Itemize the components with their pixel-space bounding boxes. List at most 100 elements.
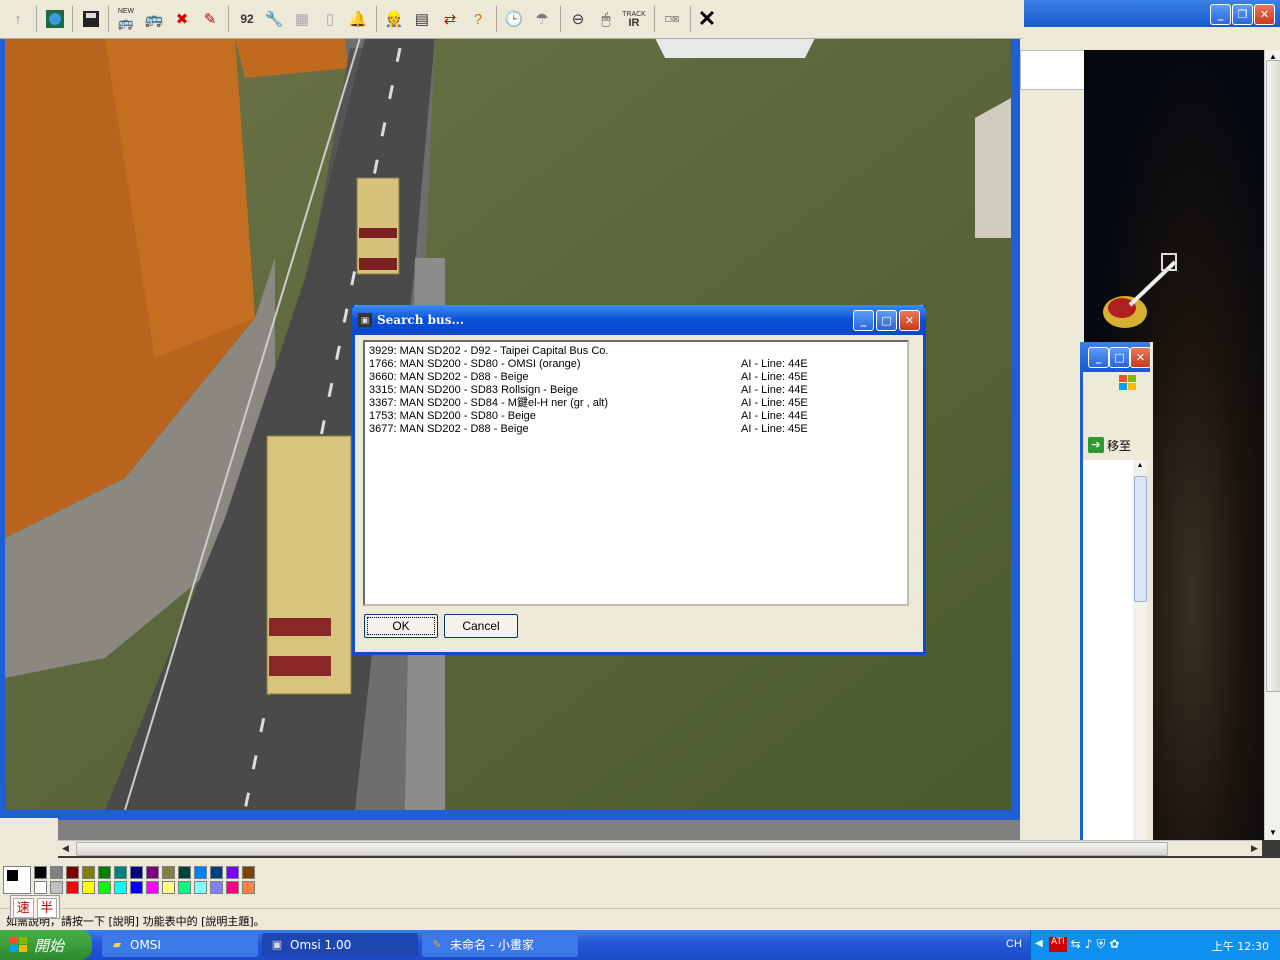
- ok-button[interactable]: OK: [364, 614, 438, 638]
- number-icon[interactable]: 92: [235, 7, 259, 31]
- task-paint[interactable]: ✎ 未命名 - 小畫家: [422, 933, 578, 957]
- help-arrow-icon[interactable]: ?: [466, 7, 490, 31]
- color-swatch[interactable]: [50, 866, 63, 879]
- delete-bus-icon[interactable]: ✖: [170, 7, 194, 31]
- list-item[interactable]: 3929: MAN SD202 - D92 - Taipei Capital B…: [369, 345, 905, 358]
- clock-icon[interactable]: 🕒: [502, 7, 526, 31]
- maximize-button[interactable]: □: [876, 310, 897, 331]
- scroll-right-icon[interactable]: ▶: [1247, 841, 1262, 856]
- save-icon[interactable]: [79, 7, 103, 31]
- minimize-button[interactable]: _: [853, 310, 874, 331]
- restore-button[interactable]: ❐: [1232, 4, 1253, 25]
- color-swatch[interactable]: [146, 866, 159, 879]
- horizontal-scrollbar[interactable]: ◀ ▶: [58, 840, 1262, 856]
- ati-icon[interactable]: ATI: [1049, 937, 1067, 952]
- swap-icon[interactable]: ⇄: [438, 7, 462, 31]
- bus-icon[interactable]: 🚌: [142, 7, 166, 31]
- color-swatch[interactable]: [98, 866, 111, 879]
- bell-icon[interactable]: 🔔: [346, 7, 370, 31]
- windows-logo-icon: [1118, 374, 1140, 392]
- close-button[interactable]: ✕: [899, 310, 920, 331]
- tray-expand-icon[interactable]: ◀: [1035, 938, 1043, 949]
- close-button[interactable]: ✕: [1130, 347, 1151, 368]
- list-item[interactable]: 3660: MAN SD202 - D88 - Beige AI - Line: …: [369, 371, 905, 384]
- shield-icon[interactable]: ⛨: [1096, 937, 1105, 952]
- color-swatch[interactable]: [114, 881, 127, 894]
- scroll-up-icon[interactable]: ▲: [1134, 460, 1146, 472]
- color-swatch[interactable]: [98, 881, 111, 894]
- list-item[interactable]: 1766: MAN SD200 - SD80 - OMSI (orange) AI…: [369, 358, 905, 371]
- color-swatch[interactable]: [226, 881, 239, 894]
- color-swatch[interactable]: [178, 866, 191, 879]
- list-item[interactable]: 1753: MAN SD200 - SD80 - Beige AI - Line:…: [369, 410, 905, 423]
- close-icon[interactable]: ✕: [695, 6, 719, 31]
- ime-speed-button[interactable]: 速: [13, 898, 34, 918]
- clock[interactable]: 上午 12:30: [1212, 938, 1269, 954]
- color-swatch[interactable]: [130, 881, 143, 894]
- steering-icon[interactable]: ⊖: [566, 7, 590, 31]
- color-swatch[interactable]: [162, 866, 175, 879]
- task-omsi-folder[interactable]: ▰ OMSI: [102, 933, 258, 957]
- scroll-down-icon[interactable]: ▼: [1266, 826, 1280, 840]
- color-swatch[interactable]: [210, 866, 223, 879]
- color-swatch[interactable]: [210, 881, 223, 894]
- minimize-button[interactable]: _: [1088, 347, 1109, 368]
- weather-icon[interactable]: ☂: [530, 7, 554, 31]
- scroll-left-icon[interactable]: ◀: [58, 841, 73, 856]
- scrollbar-thumb[interactable]: [1134, 476, 1147, 602]
- color-swatch[interactable]: [194, 866, 207, 879]
- mouse-icon[interactable]: 🖱: [594, 7, 618, 31]
- color-swatch[interactable]: [82, 866, 95, 879]
- speaker-icon[interactable]: ♪: [1085, 937, 1093, 952]
- maximize-button[interactable]: □: [1109, 347, 1130, 368]
- color-swatch[interactable]: [226, 866, 239, 879]
- scrollbar-thumb[interactable]: [76, 842, 1168, 856]
- color-swatch[interactable]: [82, 881, 95, 894]
- start-button[interactable]: 開始: [0, 930, 92, 960]
- color-swatch[interactable]: [66, 881, 79, 894]
- vertical-scrollbar[interactable]: ▲ ▼: [1264, 50, 1280, 840]
- network-icon[interactable]: ⇆: [1071, 937, 1081, 952]
- close-button[interactable]: ✕: [1254, 4, 1275, 25]
- color-swatch[interactable]: [50, 881, 63, 894]
- cylinder-icon[interactable]: ▯: [318, 7, 342, 31]
- gear-mode-icon[interactable]: ☐☒: [660, 7, 684, 31]
- browser-scrollbar[interactable]: ▲: [1133, 460, 1147, 840]
- wrench-icon[interactable]: 🔧: [262, 7, 286, 31]
- ime-toolbar[interactable]: 速 半: [10, 895, 60, 919]
- color-swatch[interactable]: [66, 866, 79, 879]
- color-swatch[interactable]: [242, 866, 255, 879]
- driver-icon[interactable]: 👷: [382, 7, 406, 31]
- color-swatch[interactable]: [130, 866, 143, 879]
- pen-icon[interactable]: ✎: [198, 7, 222, 31]
- bus-list[interactable]: 3929: MAN SD202 - D92 - Taipei Capital B…: [363, 340, 909, 606]
- antivirus-icon[interactable]: ✿: [1109, 937, 1119, 952]
- color-swatch[interactable]: [146, 881, 159, 894]
- list-item[interactable]: 3315: MAN SD200 - SD83 Rollsign - Beige A…: [369, 384, 905, 397]
- block-icon[interactable]: ▦: [290, 7, 314, 31]
- color-swatch[interactable]: [242, 881, 255, 894]
- tray-icons[interactable]: ATI ⇆ ♪ ⛨ ✿: [1049, 937, 1119, 952]
- trackir-icon[interactable]: TRACK IR: [622, 7, 646, 31]
- ime-half-button[interactable]: 半: [36, 898, 57, 918]
- color-swatch[interactable]: [34, 866, 47, 879]
- list-item[interactable]: 3677: MAN SD202 - D88 - Beige AI - Line: …: [369, 423, 905, 436]
- list-item[interactable]: 3367: MAN SD200 - SD84 - M鍵el-H ner (gr …: [369, 397, 905, 410]
- color-swatch[interactable]: [194, 881, 207, 894]
- color-swatch[interactable]: [114, 866, 127, 879]
- color-swatch[interactable]: [34, 881, 47, 894]
- new-bus-icon[interactable]: NEW 🚌: [114, 7, 138, 31]
- current-colors[interactable]: [3, 866, 31, 894]
- up-arrow-icon[interactable]: ↑: [6, 7, 30, 31]
- timetable-icon[interactable]: ▤: [410, 7, 434, 31]
- color-swatch[interactable]: [178, 881, 191, 894]
- map-icon[interactable]: [43, 7, 67, 31]
- guitar-image: [1103, 253, 1177, 328]
- go-button[interactable]: ➔ 移至: [1088, 434, 1146, 456]
- scrollbar-thumb[interactable]: [1266, 60, 1280, 692]
- task-omsi-app[interactable]: ▣ Omsi 1.00: [262, 933, 418, 957]
- minimize-button[interactable]: _: [1210, 4, 1231, 25]
- language-indicator[interactable]: CH: [1006, 938, 1022, 950]
- color-swatch[interactable]: [162, 881, 175, 894]
- cancel-button[interactable]: Cancel: [444, 614, 518, 638]
